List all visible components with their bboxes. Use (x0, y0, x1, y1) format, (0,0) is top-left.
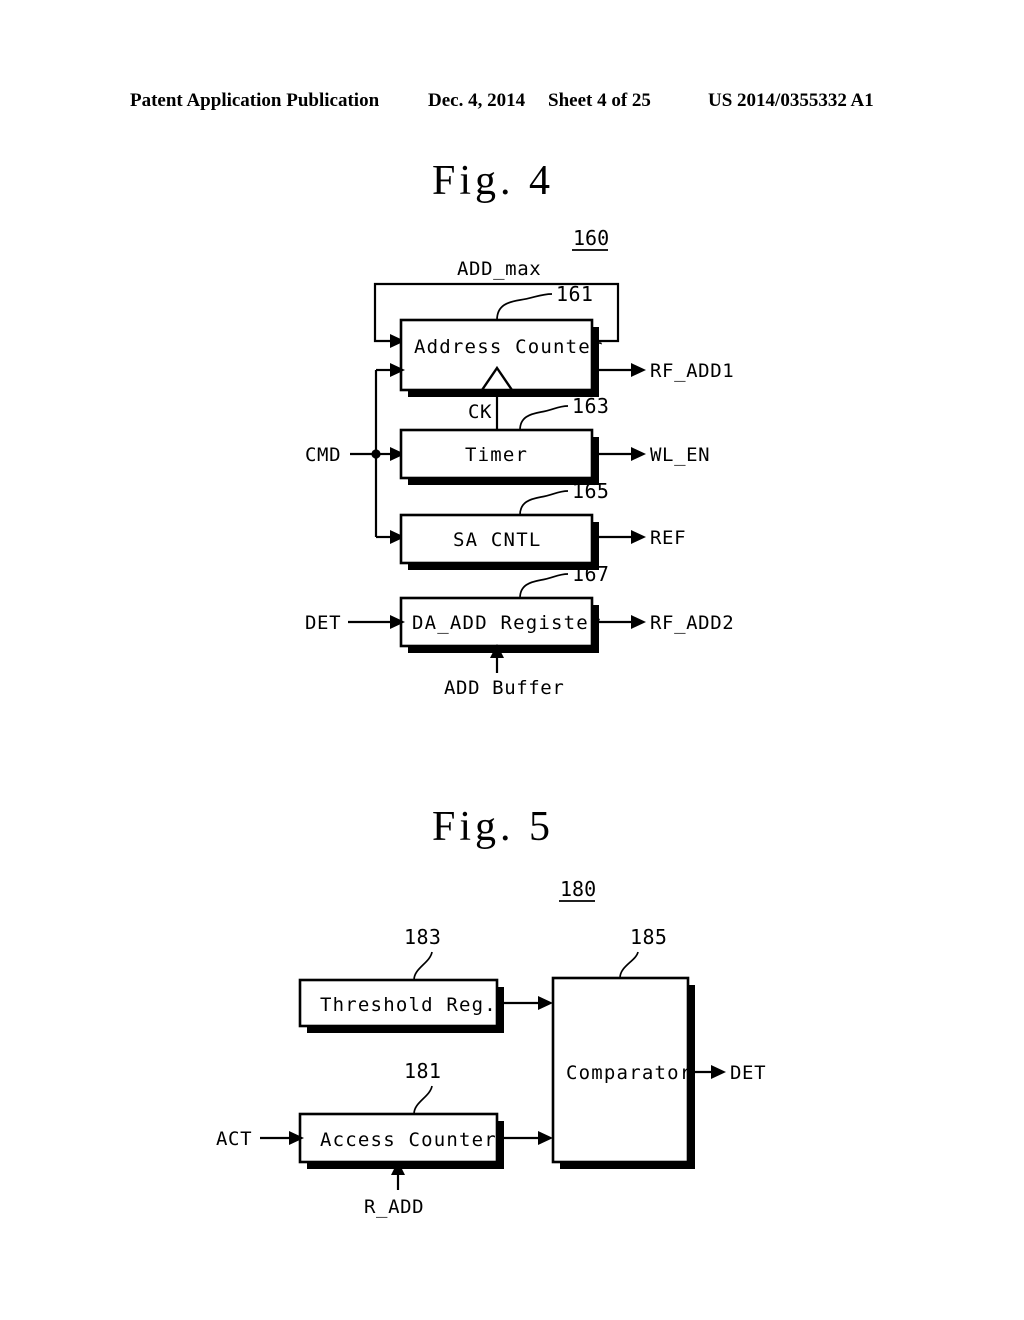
leader-line-183 (413, 951, 433, 981)
arrowhead-threshold-to-comparator (538, 996, 553, 1010)
ref-number-181: 181 (404, 1059, 441, 1083)
ref-number-183: 183 (404, 925, 441, 949)
figure-5-diagram: 180 Threshold Reg. 183 Access Counter 18… (216, 877, 766, 1218)
block-label-threshold-reg: Threshold Reg. (320, 994, 497, 1016)
arrowhead-det-out (711, 1065, 726, 1079)
signal-label-det-fig5: DET (730, 1062, 766, 1084)
ref-number-185: 185 (630, 925, 667, 949)
block-label-comparator: Comparator (566, 1062, 692, 1084)
block-label-access-counter: Access Counter (320, 1129, 497, 1151)
patent-page: Patent Application Publication Dec. 4, 2… (0, 0, 1024, 1320)
figure-5-assembly-ref: 180 (560, 877, 596, 901)
signal-label-r-add: R_ADD (364, 1196, 424, 1218)
leader-line-185 (619, 951, 639, 979)
leader-line-181 (413, 1085, 433, 1115)
signal-label-act: ACT (216, 1128, 252, 1150)
arrowhead-access-to-comparator (538, 1131, 553, 1145)
